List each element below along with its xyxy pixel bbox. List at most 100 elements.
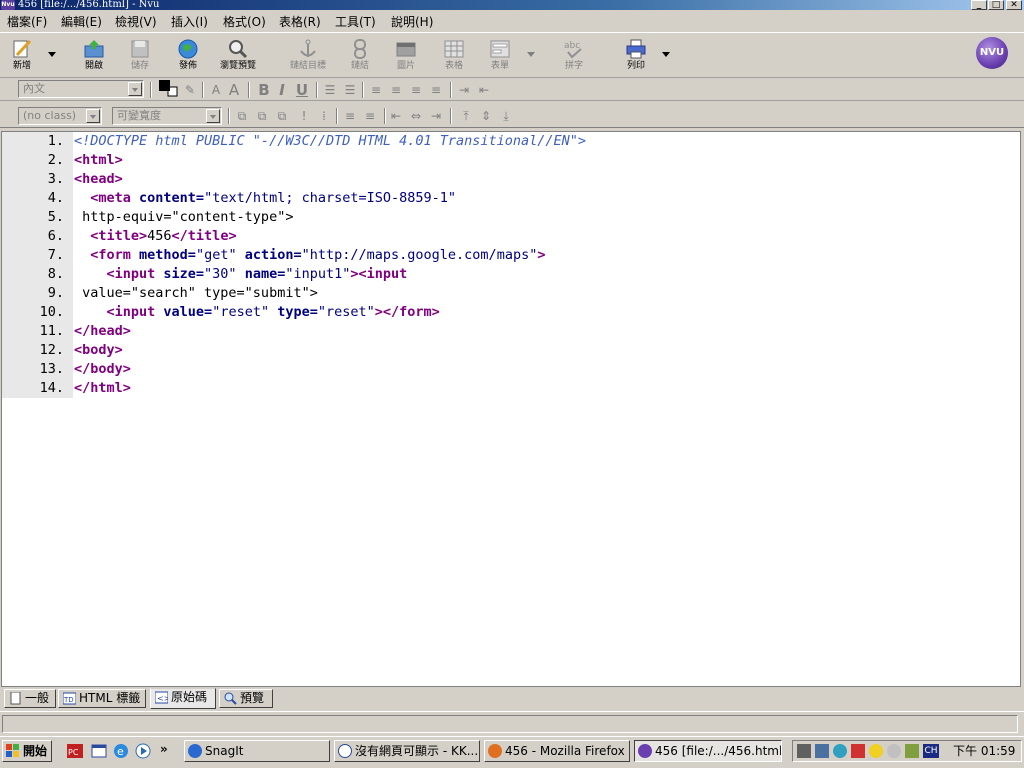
menu-insert[interactable]: 插入(I) bbox=[168, 14, 211, 30]
pchome-icon[interactable]: PC bbox=[66, 742, 84, 760]
form-button[interactable]: 表單 bbox=[480, 36, 520, 76]
keyboard-icon[interactable] bbox=[905, 744, 919, 758]
publish-button[interactable]: 發佈 bbox=[168, 36, 208, 76]
quicklaunch-more[interactable]: » bbox=[160, 742, 178, 760]
align-right-block-icon[interactable]: ⇥ bbox=[428, 108, 444, 124]
code-line[interactable]: 6. <title>456</title> bbox=[2, 227, 1020, 246]
start-button[interactable]: 開始 bbox=[2, 740, 52, 762]
clock[interactable]: 下午 01:59 bbox=[953, 743, 1017, 758]
new-button[interactable]: 新增 bbox=[2, 36, 42, 76]
sun-icon[interactable] bbox=[869, 744, 883, 758]
highlight-pen-icon[interactable]: ✎ bbox=[182, 82, 198, 98]
code-line[interactable]: 3. <head> bbox=[2, 170, 1020, 189]
code-line[interactable]: 13. </body> bbox=[2, 360, 1020, 379]
language-indicator[interactable]: CH bbox=[923, 744, 939, 758]
nvu-logo[interactable]: NVU bbox=[976, 37, 1008, 69]
print-button[interactable]: 列印 bbox=[616, 36, 656, 76]
print-dropdown-arrow-icon[interactable] bbox=[662, 52, 670, 57]
media-player-icon[interactable] bbox=[134, 742, 152, 760]
link-button[interactable]: 鏈結 bbox=[340, 36, 380, 76]
code-line[interactable]: 5. http-equiv="content-type"> bbox=[2, 208, 1020, 227]
layer-icon[interactable]: ⧉ bbox=[234, 108, 250, 124]
search-tray-icon[interactable] bbox=[833, 744, 847, 758]
exclamation-icon[interactable]: ! bbox=[296, 108, 312, 124]
menu-tools[interactable]: 工具(T) bbox=[332, 14, 379, 30]
code-line[interactable]: 11. </head> bbox=[2, 322, 1020, 341]
align-middle-icon[interactable]: ⇕ bbox=[478, 108, 494, 124]
indent-icon[interactable]: ⇥ bbox=[456, 82, 472, 98]
outdent-icon[interactable]: ⇤ bbox=[476, 82, 492, 98]
code-line[interactable]: 1. <!DOCTYPE html PUBLIC "-//W3C//DTD HTM… bbox=[2, 132, 1020, 151]
menu-format[interactable]: 格式(O) bbox=[220, 14, 269, 30]
align-left-block-icon[interactable]: ⇤ bbox=[388, 108, 404, 124]
code-line[interactable]: 9. value="search" type="submit"> bbox=[2, 284, 1020, 303]
show-desktop-icon[interactable] bbox=[90, 742, 108, 760]
code-line[interactable]: 2. <html> bbox=[2, 151, 1020, 170]
numbered-list-icon[interactable]: ☰ bbox=[322, 82, 338, 98]
list-icon[interactable]: ≡ bbox=[362, 108, 378, 124]
network-icon[interactable] bbox=[797, 744, 811, 758]
align-justify-icon[interactable]: ≡ bbox=[428, 82, 444, 98]
menu-table[interactable]: 表格(R) bbox=[276, 14, 324, 30]
layer-back-icon[interactable]: ⧉ bbox=[274, 108, 290, 124]
source-editor[interactable]: 1. <!DOCTYPE html PUBLIC "-//W3C//DTD HTM… bbox=[1, 131, 1021, 687]
tab-html-tags[interactable]: TD HTML 標籤 bbox=[58, 689, 146, 708]
new-dropdown-arrow-icon[interactable] bbox=[48, 52, 56, 57]
menu-view[interactable]: 檢視(V) bbox=[112, 14, 160, 30]
computer-icon[interactable] bbox=[815, 744, 829, 758]
anchor-button[interactable]: 鏈結目標 bbox=[288, 36, 328, 76]
taskbar-item-nvu[interactable]: 456 [file:/.../456.html] - ... bbox=[634, 740, 782, 762]
browse-button[interactable]: 瀏覽預覽 bbox=[218, 36, 258, 76]
speaker-icon[interactable] bbox=[887, 744, 901, 758]
class-select[interactable]: (no class) bbox=[18, 107, 102, 125]
align-top-icon[interactable]: ⤒ bbox=[458, 108, 474, 124]
menu-file[interactable]: 檔案(F) bbox=[4, 14, 50, 30]
tab-source[interactable]: <> 原始碼 bbox=[150, 688, 216, 709]
grid-icon[interactable]: ⁞ bbox=[316, 108, 332, 124]
form-dropdown-arrow-icon[interactable] bbox=[527, 52, 535, 57]
taskbar-item-kk[interactable]: 沒有網頁可顯示 - KK... bbox=[334, 740, 480, 762]
code-line[interactable]: 7. <form method="get" action="http://map… bbox=[2, 246, 1020, 265]
align-bottom-icon[interactable]: ⤓ bbox=[498, 108, 514, 124]
align-center-icon[interactable]: ≡ bbox=[388, 82, 404, 98]
app-tray-icon[interactable] bbox=[851, 744, 865, 758]
image-button[interactable]: 圖片 bbox=[386, 36, 426, 76]
taskbar-item-snagit[interactable]: SnagIt bbox=[184, 740, 330, 762]
bullet-list-icon[interactable]: ☰ bbox=[342, 82, 358, 98]
paragraph-format-select[interactable]: 內文 bbox=[18, 80, 144, 98]
menu-edit[interactable]: 編輯(E) bbox=[58, 14, 105, 30]
minimize-button[interactable]: _ bbox=[971, 0, 987, 10]
save-disk-icon bbox=[129, 38, 151, 60]
code-line[interactable]: 10. <input value="reset" type="reset"></… bbox=[2, 303, 1020, 322]
code-line[interactable]: 8. <input size="30" name="input1"><input bbox=[2, 265, 1020, 284]
layer-front-icon[interactable]: ⧉ bbox=[254, 108, 270, 124]
nvu-app-icon[interactable]: Nvu bbox=[1, 0, 15, 10]
menu-help[interactable]: 說明(H) bbox=[388, 14, 436, 30]
open-button[interactable]: 開啟 bbox=[74, 36, 114, 76]
bold-button[interactable]: B bbox=[256, 82, 272, 98]
align-center-block-icon[interactable]: ⇔ bbox=[408, 108, 424, 124]
width-select[interactable]: 可變寬度 bbox=[112, 107, 222, 125]
code-line[interactable]: 14. </html> bbox=[2, 379, 1020, 398]
tab-normal[interactable]: 一般 bbox=[4, 689, 56, 708]
restore-button[interactable]: □ bbox=[988, 0, 1004, 10]
code-line[interactable]: 12. <body> bbox=[2, 341, 1020, 360]
align-right-icon[interactable]: ≡ bbox=[408, 82, 424, 98]
title-bar[interactable]: Nvu 456 [file:/.../456.html] - Nvu _ □ ✕ bbox=[0, 0, 1024, 10]
table-button[interactable]: 表格 bbox=[434, 36, 474, 76]
spellcheck-button[interactable]: abc 拼字 bbox=[554, 36, 594, 76]
outline-icon[interactable]: ≡ bbox=[342, 108, 358, 124]
code-line[interactable]: 4. <meta content="text/html; charset=ISO… bbox=[2, 189, 1020, 208]
internet-explorer-icon[interactable]: e bbox=[112, 742, 130, 760]
font-larger-icon[interactable]: A bbox=[226, 82, 242, 98]
code-text: <form method="get" action="http://maps.g… bbox=[74, 246, 545, 265]
text-color-icon[interactable] bbox=[158, 79, 178, 99]
font-smaller-icon[interactable]: A bbox=[208, 82, 224, 98]
taskbar-item-firefox[interactable]: 456 - Mozilla Firefox bbox=[484, 740, 630, 762]
align-left-icon[interactable]: ≡ bbox=[368, 82, 384, 98]
save-button[interactable]: 儲存 bbox=[120, 36, 160, 76]
underline-button[interactable]: U bbox=[294, 82, 310, 98]
close-button[interactable]: ✕ bbox=[1006, 0, 1022, 10]
tab-preview[interactable]: 預覽 bbox=[219, 689, 273, 708]
italic-button[interactable]: I bbox=[274, 82, 290, 98]
